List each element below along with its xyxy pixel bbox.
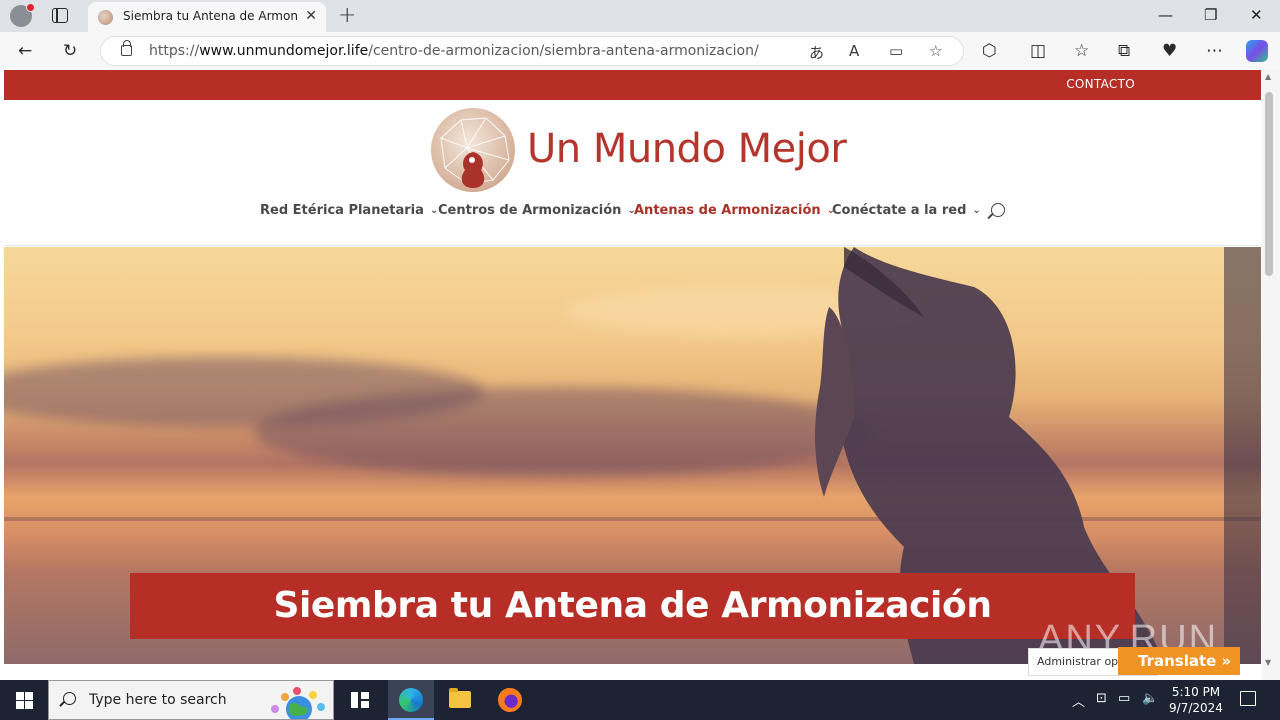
restore-icon[interactable]: ❐ <box>1204 6 1217 24</box>
site-brand[interactable]: Un Mundo Mejor <box>527 126 847 172</box>
hero-cloud <box>254 387 874 477</box>
hero-image: Siembra tu Antena de Armonización <box>4 247 1261 664</box>
tray-meet-icon[interactable]: ⊡ <box>1096 691 1107 706</box>
edge-browser-icon[interactable] <box>399 688 423 712</box>
tab-close-icon[interactable]: ✕ <box>305 8 317 24</box>
immersive-reader-icon[interactable]: ▭ <box>889 42 903 60</box>
network-icon[interactable]: ▭ <box>1118 691 1130 706</box>
firefox-icon[interactable] <box>498 688 522 712</box>
volume-icon[interactable]: 🔈 <box>1142 691 1158 706</box>
minimize-icon[interactable]: — <box>1158 6 1173 24</box>
read-aloud-icon[interactable]: A <box>849 42 859 60</box>
collections-icon[interactable]: ⧉ <box>1118 41 1130 61</box>
page-viewport: CONTACTO Un Mundo Mejor Red Etérica Plan… <box>0 70 1280 680</box>
site-favicon-icon <box>98 10 113 25</box>
task-view-icon[interactable] <box>351 692 369 708</box>
nav-conectate[interactable]: Conéctate a la red ⌄ <box>832 203 981 218</box>
extensions-icon[interactable]: ⬡ <box>982 41 997 61</box>
notifications-icon[interactable] <box>1240 691 1256 706</box>
windows-start-icon[interactable] <box>16 692 33 709</box>
taskbar-search-placeholder: Type here to search <box>89 692 227 708</box>
lock-icon[interactable] <box>121 40 132 56</box>
tab-active[interactable]: Siembra tu Antena de Armonización ✕ <box>88 2 326 32</box>
hero-title: Siembra tu Antena de Armonización <box>273 585 992 626</box>
scroll-down-arrow-icon[interactable]: ▼ <box>1265 658 1271 667</box>
site-header: Un Mundo Mejor Red Etérica Planetaria ⌄ C… <box>4 100 1261 246</box>
tray-chevron-up-icon[interactable]: ︿ <box>1072 691 1085 710</box>
favorite-star-icon[interactable]: ☆ <box>929 42 942 60</box>
split-screen-icon[interactable]: ◫ <box>1030 41 1046 61</box>
contact-link[interactable]: CONTACTO <box>1066 77 1135 91</box>
new-tab-icon[interactable]: + <box>338 3 356 28</box>
tab-strip: Siembra tu Antena de Armonización ✕ + — … <box>0 0 1280 32</box>
clock-time: 5:10 PM <box>1171 685 1221 699</box>
url-text[interactable]: https://www.unmundomejor.life/centro-de-… <box>149 43 759 59</box>
tab-title: Siembra tu Antena de Armonización <box>123 9 299 23</box>
translate-button[interactable]: Translate » <box>1118 647 1240 675</box>
logo-globe-icon[interactable] <box>431 108 515 192</box>
taskbar-clock[interactable]: 5:10 PM 9/7/2024 <box>1168 684 1224 716</box>
browser-toolbar: ← ↻ https://www.unmundomejor.life/centro… <box>0 32 1280 70</box>
taskbar-search-box[interactable]: Type here to search <box>48 680 334 720</box>
chevron-down-icon: ⌄ <box>972 205 981 216</box>
nav-red-eterica[interactable]: Red Etérica Planetaria ⌄ <box>260 203 438 218</box>
window-close-icon[interactable]: ✕ <box>1250 6 1263 24</box>
clock-date: 9/7/2024 <box>1169 701 1223 715</box>
address-bar[interactable]: https://www.unmundomejor.life/centro-de-… <box>100 36 964 66</box>
tab-actions-icon[interactable] <box>52 8 68 23</box>
site-top-bar: CONTACTO <box>4 70 1261 100</box>
scroll-up-arrow-icon[interactable]: ▲ <box>1265 72 1271 81</box>
taskbar: Type here to search ︿ ⊡ ▭ 🔈 5:10 PM 9/7/… <box>0 680 1280 720</box>
refresh-icon[interactable]: ↻ <box>63 41 77 61</box>
profile-avatar-icon[interactable] <box>10 3 35 27</box>
nav-antenas[interactable]: Antenas de Armonización ⌄ <box>634 203 835 218</box>
translate-page-icon[interactable]: あ <box>809 42 824 63</box>
search-icon[interactable] <box>991 203 1005 217</box>
copilot-icon[interactable] <box>1246 40 1268 62</box>
hero-title-banner: Siembra tu Antena de Armonización <box>130 573 1135 639</box>
back-icon[interactable]: ← <box>18 41 32 61</box>
more-menu-icon[interactable]: ⋯ <box>1206 41 1223 61</box>
search-icon <box>63 692 76 705</box>
scrollbar-thumb[interactable] <box>1265 92 1273 276</box>
nav-centros[interactable]: Centros de Armonización ⌄ <box>438 203 636 218</box>
search-highlight-globe-icon <box>271 687 325 719</box>
performance-icon[interactable]: ♥ <box>1162 41 1177 61</box>
file-explorer-icon[interactable] <box>449 688 471 708</box>
favorites-icon[interactable]: ☆ <box>1074 41 1089 61</box>
